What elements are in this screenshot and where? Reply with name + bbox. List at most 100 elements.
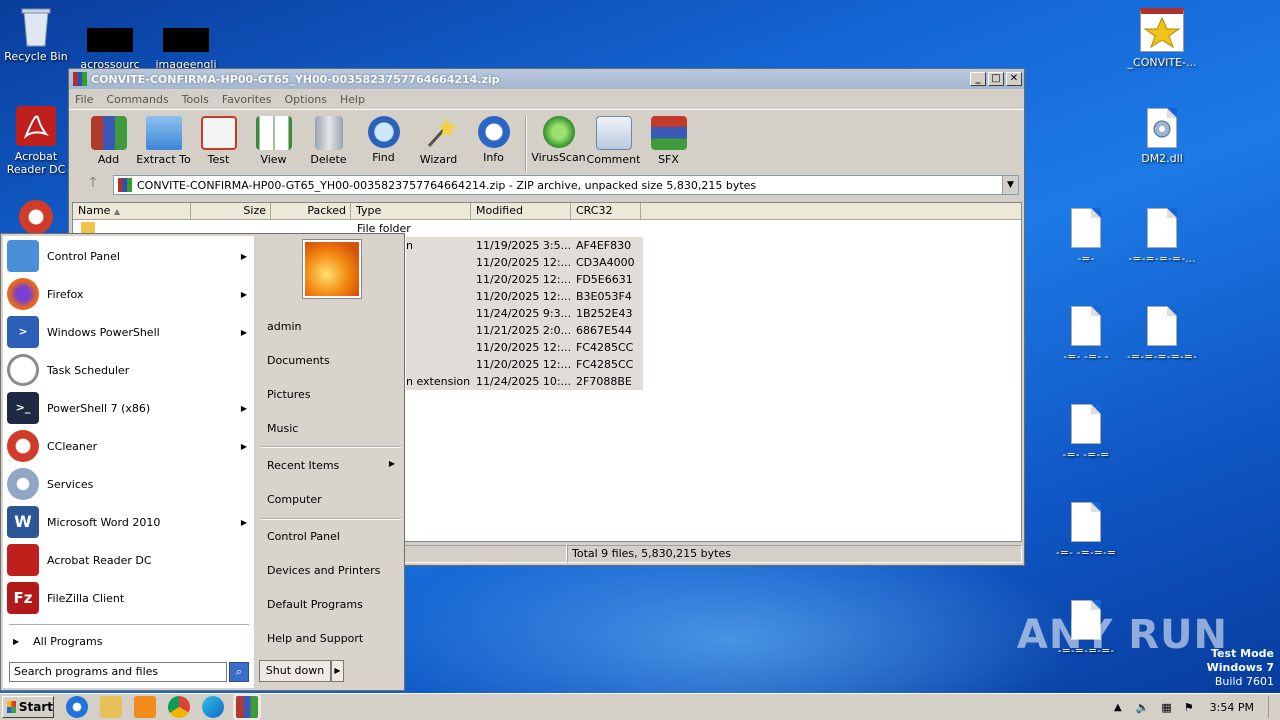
media-player-icon[interactable]: [134, 696, 156, 718]
acrobat-icon: [16, 106, 56, 146]
desktop-icon-acrossourc[interactable]: acrossourc: [70, 22, 150, 71]
shutdown-button[interactable]: Shut down: [259, 660, 331, 682]
desktop-icon-dm2dll[interactable]: DM2.dll: [1122, 108, 1202, 165]
winrar-taskbar-icon[interactable]: [236, 696, 258, 718]
user-picture-avatar[interactable]: [303, 240, 361, 298]
sfx-button[interactable]: SFX: [641, 114, 696, 166]
start-item-filezilla[interactable]: Fz FileZilla Client: [7, 580, 247, 616]
desktop-icon-convite[interactable]: _CONVITE-...: [1122, 8, 1202, 69]
start-link-user[interactable]: admin: [267, 320, 399, 333]
start-item-control-panel[interactable]: Control Panel ▶: [7, 238, 247, 274]
start-item-powershell7[interactable]: >_ PowerShell 7 (x86) ▶: [7, 390, 247, 426]
menu-options[interactable]: Options: [285, 93, 327, 106]
delete-button[interactable]: Delete: [301, 114, 356, 166]
start-item-windows-powershell[interactable]: > Windows PowerShell ▶: [7, 314, 247, 350]
column-name[interactable]: Name ▲: [73, 203, 191, 219]
add-button[interactable]: Add: [81, 114, 136, 166]
desktop-icon-imageengli[interactable]: imageengli: [146, 22, 226, 71]
network-icon[interactable]: ▦: [1161, 701, 1171, 714]
desktop-icon-acrobat[interactable]: Acrobat Reader DC: [0, 106, 76, 176]
desktop-icon-file-2[interactable]: -=-=-=-=-...: [1122, 208, 1202, 265]
tray-expand-icon[interactable]: ▲: [1114, 702, 1122, 713]
table-row[interactable]: 11/20/2025 12:... CD3A4000: [406, 254, 635, 271]
start-link-pictures[interactable]: Pictures: [267, 388, 399, 401]
start-item-word[interactable]: W Microsoft Word 2010 ▶: [7, 504, 247, 540]
test-button[interactable]: Test: [191, 114, 246, 166]
start-button[interactable]: Start: [2, 696, 54, 718]
column-packed[interactable]: Packed: [271, 203, 351, 219]
start-item-acrobat[interactable]: Acrobat Reader DC: [7, 542, 247, 578]
menu-help[interactable]: Help: [340, 93, 365, 106]
menu-commands[interactable]: Commands: [106, 93, 168, 106]
chrome-icon[interactable]: [168, 696, 190, 718]
table-row[interactable]: 11/20/2025 12:... FC4285CC: [406, 339, 633, 356]
sfx-books-icon: [650, 116, 687, 150]
start-link-control-panel[interactable]: Control Panel: [267, 530, 399, 543]
show-desktop-button[interactable]: [1268, 696, 1280, 718]
explorer-folder-icon[interactable]: [100, 696, 122, 718]
desktop-icon-file-6[interactable]: -=- -=-=-=: [1046, 502, 1126, 559]
column-modified[interactable]: Modified: [471, 203, 571, 219]
right-divider-1: [261, 446, 401, 448]
start-link-help-support[interactable]: Help and Support: [267, 632, 399, 645]
all-programs-button[interactable]: ▶ All Programs: [7, 626, 247, 656]
firefox-icon: [7, 278, 39, 310]
close-button[interactable]: ✕: [1006, 72, 1022, 86]
view-button[interactable]: View: [246, 114, 301, 166]
word-icon: W: [7, 506, 39, 538]
search-icon[interactable]: ⌕: [229, 662, 249, 682]
desktop-icon-file-1[interactable]: -=-: [1046, 208, 1126, 265]
wizard-button[interactable]: Wizard: [411, 114, 466, 166]
ie-icon[interactable]: [66, 696, 88, 718]
clock[interactable]: 3:54 PM: [1210, 701, 1254, 714]
desktop-icon-file-3[interactable]: -=- -=- -: [1046, 306, 1126, 363]
start-link-devices-printers[interactable]: Devices and Printers: [267, 564, 399, 577]
table-row[interactable]: 11/21/2025 2:0... 6867E544: [406, 322, 632, 339]
column-size[interactable]: Size: [191, 203, 271, 219]
table-row[interactable]: 11/20/2025 12:... FD5E6631: [406, 271, 633, 288]
column-crc32[interactable]: CRC32: [571, 203, 641, 219]
volume-icon[interactable]: 🔈: [1136, 701, 1150, 714]
extract-to-button[interactable]: Extract To: [136, 114, 191, 166]
menu-tools[interactable]: Tools: [182, 93, 209, 106]
maximize-button[interactable]: □: [988, 72, 1004, 86]
status-total: Total 9 files, 5,830,215 bytes: [567, 545, 1022, 563]
menu-bar: File Commands Tools Favorites Options He…: [69, 89, 1024, 109]
comment-button[interactable]: Comment: [586, 114, 641, 166]
start-item-task-scheduler[interactable]: Task Scheduler: [7, 352, 247, 388]
start-item-ccleaner[interactable]: CCleaner ▶: [7, 428, 247, 464]
start-link-default-programs[interactable]: Default Programs: [267, 598, 399, 611]
table-row[interactable]: n extension 11/24/2025 10:... 2F7088BE: [406, 373, 632, 390]
up-folder-button[interactable]: ↑: [73, 175, 113, 195]
column-type[interactable]: Type: [351, 203, 471, 219]
menu-favorites[interactable]: Favorites: [222, 93, 272, 106]
start-item-firefox[interactable]: Firefox ▶: [7, 276, 247, 312]
chevron-down-icon[interactable]: ▼: [1002, 176, 1018, 194]
edge-icon[interactable]: [202, 696, 224, 718]
table-row[interactable]: n 11/19/2025 3:5... AF4EF830: [406, 237, 631, 254]
action-center-flag-icon[interactable]: ⚑: [1184, 701, 1194, 714]
start-item-services[interactable]: Services: [7, 466, 247, 502]
desktop-icon-file-4[interactable]: -=-=-=-=-=-: [1122, 306, 1202, 363]
find-button[interactable]: Find: [356, 114, 411, 164]
start-link-computer[interactable]: Computer: [267, 493, 399, 506]
desktop-icon-file-5[interactable]: -=- -=-=: [1046, 404, 1126, 461]
chevron-right-icon: ▶: [240, 517, 247, 527]
table-row[interactable]: 11/20/2025 12:... FC4285CC: [406, 356, 633, 373]
menu-file[interactable]: File: [75, 93, 93, 106]
minimize-button[interactable]: _: [970, 72, 986, 86]
archive-path-combobox[interactable]: CONVITE-CONFIRMA-HP00-GT65_YH00-00358237…: [113, 175, 1019, 195]
search-input[interactable]: Search programs and files: [9, 662, 227, 682]
virusscan-button[interactable]: VirusScan: [531, 114, 586, 164]
start-link-recent-items[interactable]: Recent Items ▶: [267, 459, 399, 472]
info-button[interactable]: Info: [466, 114, 521, 164]
shutdown-options-arrow[interactable]: ▶: [331, 660, 344, 682]
start-link-documents[interactable]: Documents: [267, 354, 399, 367]
winrar-titlebar[interactable]: CONVITE-CONFIRMA-HP00-GT65_YH00-00358237…: [69, 69, 1024, 89]
desktop-icon-recycle-bin[interactable]: Recycle Bin: [0, 6, 76, 63]
services-gear-icon: [7, 468, 39, 500]
table-row[interactable]: 11/20/2025 12:... B3E053F4: [406, 288, 632, 305]
start-link-music[interactable]: Music: [267, 422, 399, 435]
zip-archive-icon: [118, 178, 132, 192]
table-row[interactable]: 11/24/2025 9:3... 1B252E43: [406, 305, 633, 322]
